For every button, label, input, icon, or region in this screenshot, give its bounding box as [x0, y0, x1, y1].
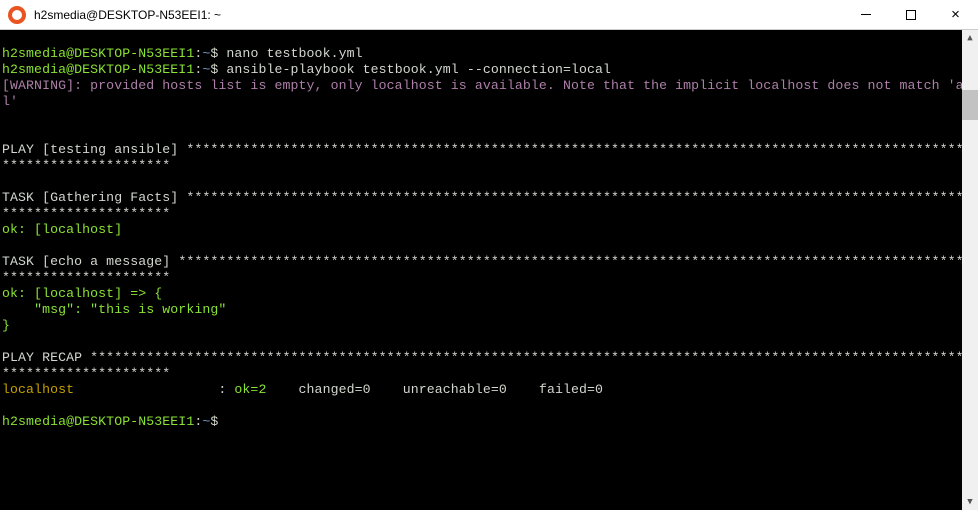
window-controls: × — [843, 0, 978, 30]
close-button[interactable]: × — [933, 0, 978, 30]
task-gather-label: TASK [Gathering Facts] — [2, 190, 186, 205]
warning-line: [WARNING]: provided hosts list is empty,… — [2, 78, 972, 109]
minimize-button[interactable] — [843, 0, 888, 30]
prompt-user-host: h2smedia@DESKTOP-N53EEI1 — [2, 62, 194, 77]
command-1: nano testbook.yml — [218, 46, 362, 61]
recap-stars: ****************************************… — [2, 350, 972, 381]
task-gather-ok: ok: [localhost] — [2, 222, 122, 237]
scroll-up-arrow[interactable]: ▲ — [962, 30, 978, 46]
scroll-down-arrow[interactable]: ▼ — [962, 494, 978, 510]
command-2: ansible-playbook testbook.yml --connecti… — [218, 62, 611, 77]
task-echo-ok-open: ok: [localhost] => { — [2, 286, 162, 301]
recap-sep: : — [218, 382, 234, 397]
ubuntu-icon — [8, 6, 26, 24]
window-titlebar: h2smedia@DESKTOP-N53EEI1: ~ × — [0, 0, 978, 30]
prompt-user-host: h2smedia@DESKTOP-N53EEI1 — [2, 46, 194, 61]
recap-host-pad — [74, 382, 218, 397]
recap-label: PLAY RECAP — [2, 350, 90, 365]
task-echo-msg: "msg": "this is working" — [2, 302, 226, 317]
task-echo-label: TASK [echo a message] — [2, 254, 178, 269]
prompt-user-host: h2smedia@DESKTOP-N53EEI1 — [2, 414, 194, 429]
scrollbar-thumb[interactable] — [962, 90, 978, 120]
task-echo-close: } — [2, 318, 10, 333]
recap-changed: changed=0 unreachable=0 failed=0 — [291, 382, 604, 397]
scrollbar-track[interactable]: ▲ ▼ — [962, 30, 978, 510]
window-title: h2smedia@DESKTOP-N53EEI1: ~ — [34, 8, 843, 22]
play-label: PLAY [testing ansible] — [2, 142, 186, 157]
maximize-button[interactable] — [888, 0, 933, 30]
recap-host: localhost — [2, 382, 74, 397]
prompt-dollar: $ — [210, 414, 218, 429]
terminal-output[interactable]: h2smedia@DESKTOP-N53EEI1:~$ nano testboo… — [0, 30, 978, 510]
recap-ok: ok=2 — [234, 382, 290, 397]
